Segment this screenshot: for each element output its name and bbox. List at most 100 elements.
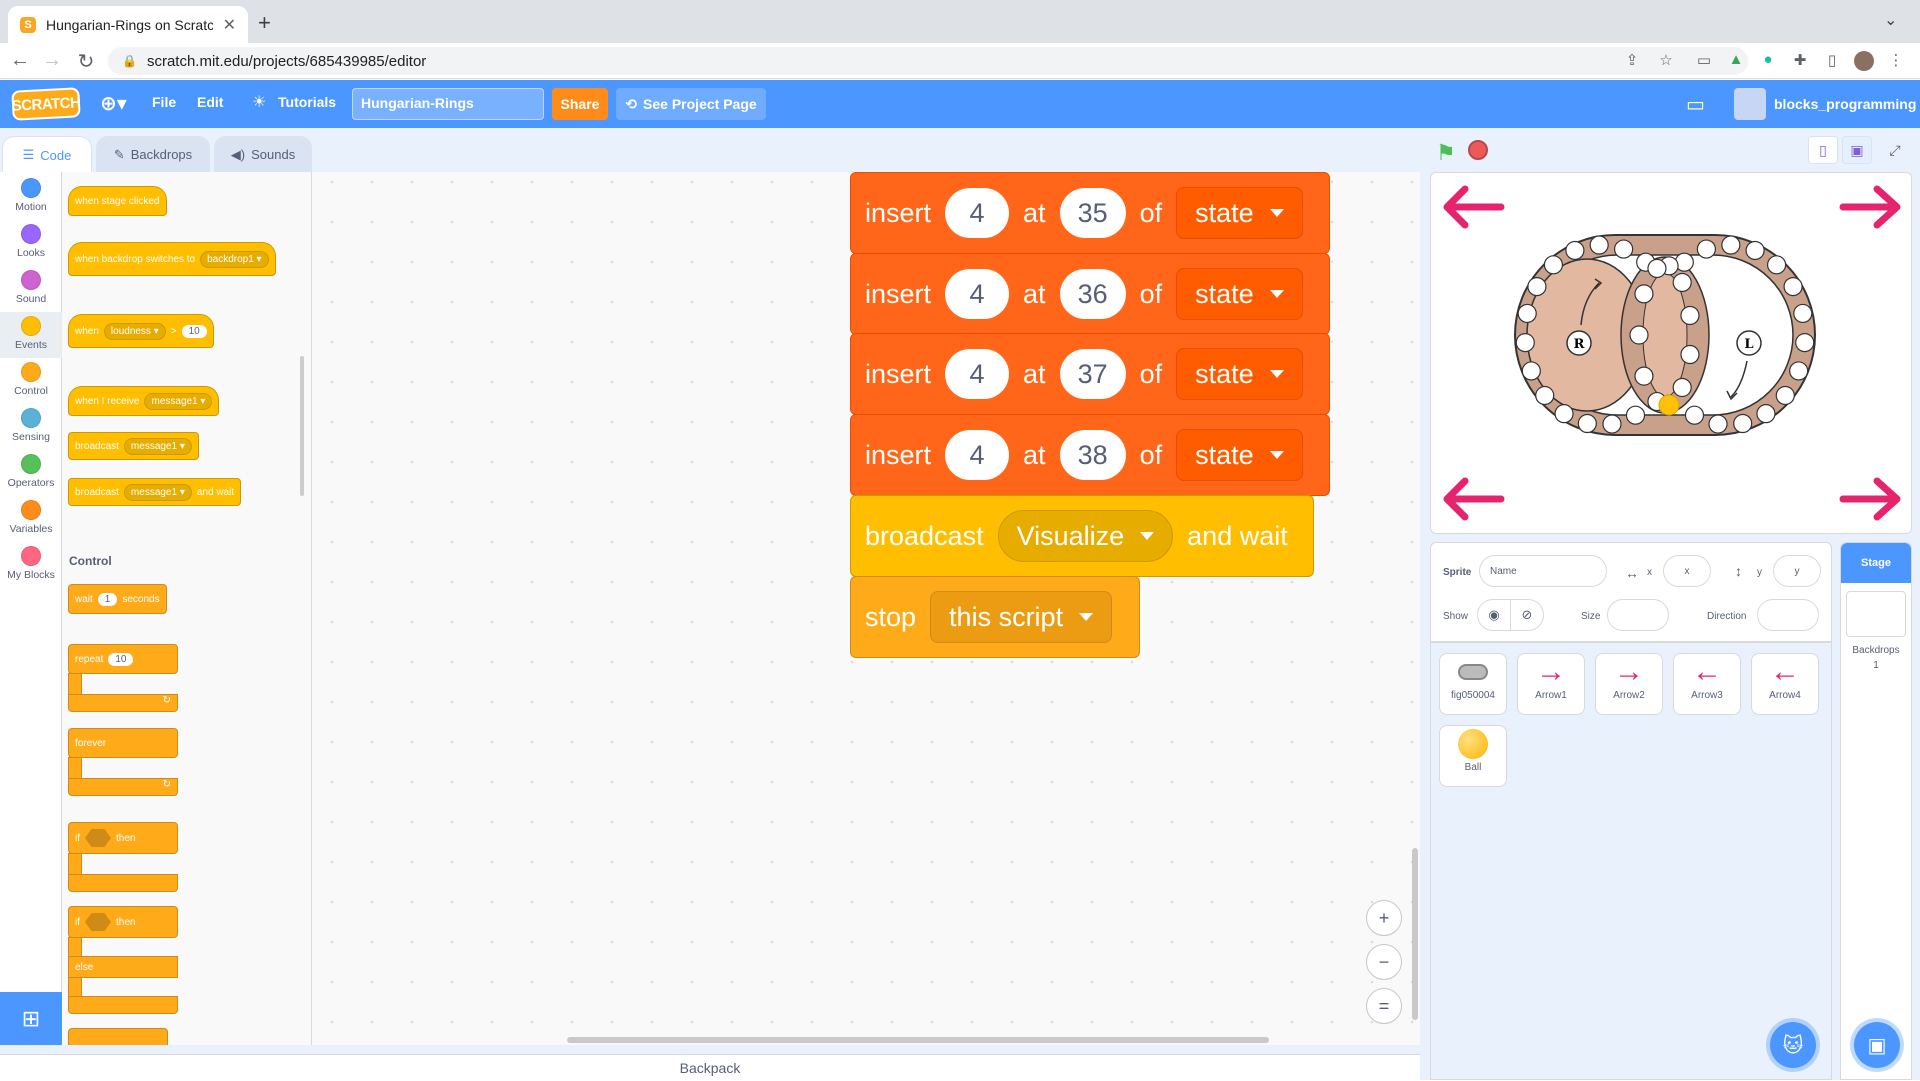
tab-search-chevron-icon[interactable]: ⌄ [1884,10,1897,30]
item-input[interactable]: 4 [945,430,1010,480]
choose-sprite-button[interactable]: 🐱 [1770,1022,1816,1068]
tab-code[interactable]: ☰ Code [2,136,92,173]
message-dropdown[interactable]: message1 ▾ [123,483,192,501]
insert-block[interactable]: insert 4 at 35 of state [850,172,1330,254]
message-dropdown[interactable]: message1 ▾ [123,437,192,455]
message-dropdown[interactable]: message1 ▾ [144,392,213,410]
stage-canvas[interactable]: R L [1430,172,1912,534]
block-if-then-else[interactable]: if then [68,906,178,938]
cast-icon[interactable]: ▭ [1694,51,1714,71]
stop-block[interactable]: stop this script [850,576,1140,658]
category-control[interactable]: Control [0,362,62,397]
sprite-tile-arrow2[interactable]: → Arrow2 [1595,653,1663,715]
drive-icon[interactable]: ▲ [1726,51,1746,71]
block-wait[interactable]: wait 1 seconds [68,584,167,614]
sidepanel-icon[interactable]: ▯ [1822,51,1842,71]
green-flag-icon[interactable]: ⚑ [1436,140,1456,166]
broadcast-and-wait-block[interactable]: broadcast Visualize and wait [850,495,1314,577]
add-extension-button[interactable]: ⊞ [0,992,62,1045]
fullscreen-button[interactable]: ⤢ [1880,136,1910,164]
message-dropdown[interactable]: Visualize [997,510,1174,562]
sprite-tile-arrow3[interactable]: ← Arrow3 [1673,653,1741,715]
block-when-loudness[interactable]: when loudness ▾ >10 [68,314,214,348]
insert-block[interactable]: insert 4 at 38 of state [850,414,1330,496]
choose-backdrop-button[interactable]: ▣ [1854,1022,1900,1068]
category-motion[interactable]: Motion [0,178,62,213]
profile-avatar-icon[interactable] [1854,51,1874,71]
category-looks[interactable]: Looks [0,224,62,259]
item-input[interactable]: 4 [945,269,1010,319]
condition-slot[interactable] [85,913,111,931]
browser-tab[interactable]: S Hungarian-Rings on Scratch ✕ [8,6,248,43]
vertical-scrollbar[interactable] [1412,848,1418,1020]
index-input[interactable]: 37 [1059,349,1126,399]
hide-sprite-eye-icon[interactable]: ⊘ [1510,599,1544,631]
insert-block[interactable]: insert 4 at 37 of state [850,333,1330,415]
see-project-page-button[interactable]: ⟲ See Project Page [616,88,766,120]
sensor-dropdown[interactable]: loudness ▾ [103,322,166,340]
size-input[interactable] [1607,599,1669,631]
new-tab-icon[interactable]: + [258,10,271,36]
index-input[interactable]: 38 [1059,430,1126,480]
list-dropdown[interactable]: state [1176,187,1303,239]
sprite-tile-ball[interactable]: Ball [1439,725,1507,787]
block-forever[interactable]: forever [68,728,178,758]
share-icon[interactable]: ⇪ [1622,51,1642,71]
list-dropdown[interactable]: state [1176,348,1303,400]
show-sprite-eye-icon[interactable]: ◉ [1477,599,1511,631]
forward-arrow-icon[interactable]: → [40,49,64,72]
tutorials-menu[interactable]: Tutorials [278,94,336,110]
block-broadcast[interactable]: broadcast message1 ▾ [68,432,199,460]
zoom-out-button[interactable]: − [1366,944,1402,980]
list-dropdown[interactable]: state [1176,268,1303,320]
item-input[interactable]: 4 [945,349,1010,399]
category-variables[interactable]: Variables [0,500,62,535]
direction-input[interactable] [1757,599,1819,631]
tutorials-lightbulb-icon[interactable]: ☀ [252,92,266,112]
edit-menu[interactable]: Edit [197,94,223,110]
block-repeat[interactable]: repeat 10 [68,644,178,674]
category-operators[interactable]: Operators [0,454,62,489]
language-globe-icon[interactable]: ⊕▾ [100,91,127,116]
block-when-stage-clicked[interactable]: when stage clicked [68,186,167,216]
browser-menu-icon[interactable]: ⋮ [1886,51,1906,71]
zoom-reset-button[interactable]: = [1366,988,1402,1024]
tab-sounds[interactable]: ◀) Sounds [214,136,312,172]
sprite-tile-arrow1[interactable]: → Arrow1 [1517,653,1585,715]
category-my-blocks[interactable]: My Blocks [0,546,62,581]
back-arrow-icon[interactable]: ← [8,49,32,72]
script-area[interactable]: insert 4 at 35 of state insert 4 at 36 o… [312,172,1420,1045]
url-field[interactable]: 🔒 scratch.mit.edu/projects/685439985/edi… [108,47,1748,75]
x-position-input[interactable]: x [1663,555,1711,587]
sprite-tile-arrow4[interactable]: ← Arrow4 [1751,653,1819,715]
block-when-backdrop-switches[interactable]: when backdrop switches to backdrop1 ▾ [68,242,276,276]
bookmark-star-icon[interactable]: ☆ [1656,51,1676,71]
palette-scrollbar[interactable] [300,356,304,496]
block-if-then[interactable]: if then [68,822,178,854]
index-input[interactable]: 36 [1059,269,1126,319]
file-menu[interactable]: File [152,94,176,110]
grammarly-icon[interactable]: ● [1758,51,1778,71]
y-position-input[interactable]: y [1773,555,1821,587]
stop-option-dropdown[interactable]: this script [930,591,1113,643]
backdrop-dropdown[interactable]: backdrop1 ▾ [200,250,269,268]
share-button[interactable]: Share [552,88,608,120]
category-events[interactable]: Events [0,312,62,358]
sprite-name-input[interactable]: Name [1479,555,1607,587]
insert-block[interactable]: insert 4 at 36 of state [850,253,1330,335]
category-sensing[interactable]: Sensing [0,408,62,443]
extensions-puzzle-icon[interactable]: ✚ [1790,51,1810,71]
index-input[interactable]: 35 [1059,188,1126,238]
small-stage-button[interactable]: ▯ [1808,136,1838,164]
wait-seconds-input[interactable]: 1 [97,592,118,606]
my-stuff-folder-icon[interactable]: ▭ [1686,92,1705,117]
project-title-input[interactable]: Hungarian-Rings [352,88,544,120]
item-input[interactable]: 4 [945,188,1010,238]
condition-slot[interactable] [85,829,111,847]
reload-icon[interactable]: ↻ [74,49,98,74]
block-broadcast-and-wait[interactable]: broadcast message1 ▾ and wait [68,478,242,506]
account-menu[interactable]: blocks_programming ▾ [1734,88,1920,120]
sprite-tile-fig050004[interactable]: fig050004 [1439,653,1507,715]
category-sound[interactable]: Sound [0,270,62,305]
repeat-count-input[interactable]: 10 [108,652,134,666]
